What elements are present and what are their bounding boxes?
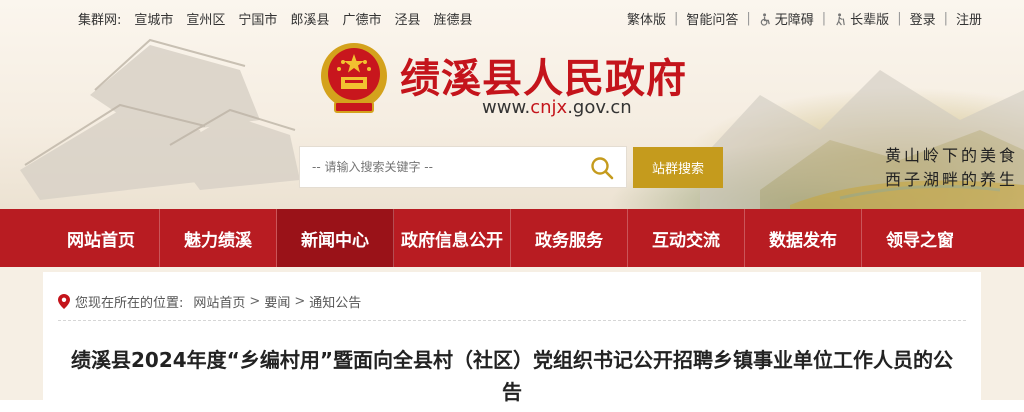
city-network-links: 集群网: 宣城市 宣州区 宁国市 郎溪县 广德市 泾县 旌德县 [78, 9, 473, 28]
breadcrumb: 您现在所在的位置: 网站首页 > 要闻 > 通知公告 [58, 292, 361, 311]
traditional-chinese-link[interactable]: 繁体版 [627, 9, 666, 28]
main-nav: 网站首页 魅力绩溪 新闻中心 政府信息公开 政务服务 互动交流 数据发布 领导之… [0, 209, 1024, 267]
accessibility-link[interactable]: 无障碍 [759, 9, 814, 28]
smart-qa-link[interactable]: 智能问答 [686, 9, 738, 28]
divider: | [746, 11, 751, 26]
city-link[interactable]: 宣州区 [186, 9, 225, 28]
city-link[interactable]: 宁国市 [238, 9, 277, 28]
site-url-suffix: .gov.cn [567, 97, 632, 118]
breadcrumb-home-link[interactable]: 网站首页 [193, 292, 245, 311]
national-emblem-logo[interactable] [317, 40, 391, 118]
location-pin-icon [58, 294, 70, 309]
elder-icon [836, 13, 845, 26]
city-link[interactable]: 宣城市 [134, 9, 173, 28]
wheelchair-icon [760, 13, 770, 26]
nav-item-services[interactable]: 政务服务 [511, 209, 628, 267]
nav-item-leaders[interactable]: 领导之窗 [862, 209, 978, 267]
divider-line [58, 320, 966, 321]
breadcrumb-news-link[interactable]: 要闻 [264, 292, 290, 311]
city-link[interactable]: 旌德县 [433, 9, 472, 28]
city-link[interactable]: 泾县 [394, 9, 420, 28]
divider: | [897, 11, 902, 26]
site-search-button[interactable]: 站群搜索 [633, 147, 723, 188]
nav-item-charm[interactable]: 魅力绩溪 [160, 209, 277, 267]
utility-links: 繁体版 | 智能问答 | 无障碍 | 长辈版 | 登录 | 注册 [627, 9, 982, 28]
slogan-line: 西子湖畔的养生 [885, 170, 1019, 189]
nav-item-home[interactable]: 网站首页 [43, 209, 160, 267]
register-link[interactable]: 注册 [956, 9, 982, 28]
top-links-bar: 集群网: 宣城市 宣州区 宁国市 郎溪县 广德市 泾县 旌德县 繁体版 | 智能… [0, 0, 1024, 36]
divider: | [821, 11, 827, 26]
nav-item-gov-info[interactable]: 政府信息公开 [394, 209, 511, 267]
elder-mode-link[interactable]: 长辈版 [834, 9, 889, 28]
site-url[interactable]: www.cnjx.gov.cn [482, 97, 632, 118]
elder-mode-label: 长辈版 [850, 13, 890, 28]
divider: | [673, 11, 679, 26]
slogan: 黄山岭下的美食 西子湖畔的养生 [885, 144, 1018, 192]
nav-item-interaction[interactable]: 互动交流 [628, 209, 745, 267]
nav-item-news[interactable]: 新闻中心 [277, 209, 394, 267]
city-link[interactable]: 广德市 [342, 9, 381, 28]
header-banner: 集群网: 宣城市 宣州区 宁国市 郎溪县 广德市 泾县 旌德县 繁体版 | 智能… [0, 0, 1024, 209]
search-icon[interactable] [590, 156, 614, 180]
city-link[interactable]: 郎溪县 [290, 9, 329, 28]
breadcrumb-separator: > [294, 294, 306, 309]
breadcrumb-separator: > [249, 294, 261, 309]
site-url-domain: cnjx [530, 97, 568, 118]
accessibility-label: 无障碍 [774, 13, 814, 28]
slogan-line: 黄山岭下的美食 [885, 146, 1019, 165]
nav-item-data[interactable]: 数据发布 [745, 209, 862, 267]
login-link[interactable]: 登录 [910, 9, 936, 28]
city-network-label: 集群网: [78, 13, 122, 28]
site-url-prefix: www. [482, 97, 531, 118]
breadcrumb-label: 您现在所在的位置: [75, 296, 184, 311]
divider: | [943, 11, 948, 26]
breadcrumb-notice-link[interactable]: 通知公告 [309, 292, 361, 311]
search-input[interactable] [300, 147, 584, 187]
article-title: 绩溪县2024年度“乡编村用”暨面向全县村（社区）党组织书记公开招聘乡镇事业单位… [71, 348, 953, 404]
site-title: 绩溪县人民政府 [400, 55, 687, 102]
search-box [299, 146, 627, 188]
